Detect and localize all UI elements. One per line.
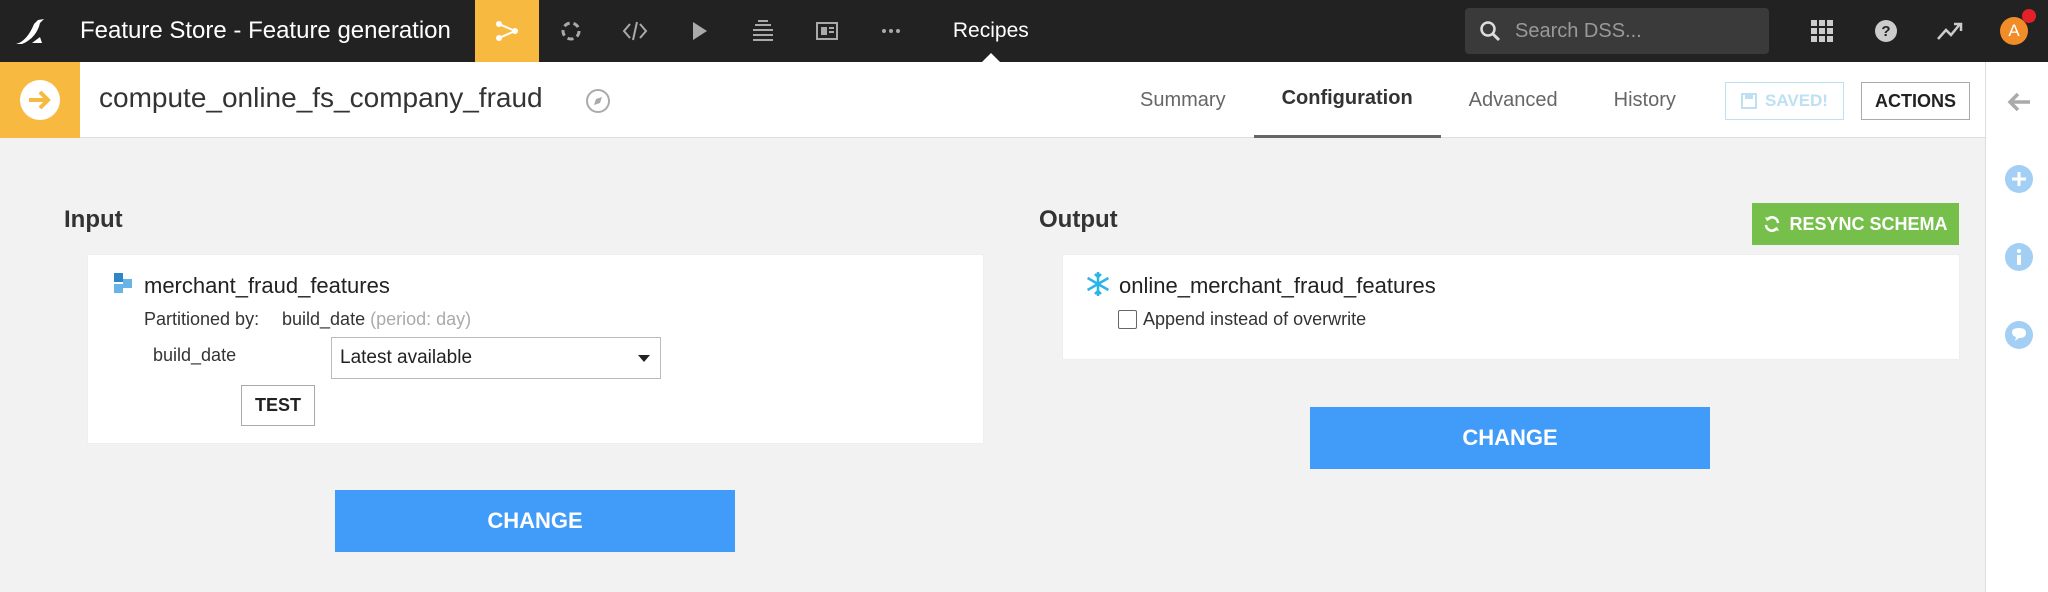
flow-icon[interactable] [474, 0, 539, 62]
dataset-cubes-icon [114, 273, 132, 293]
project-title[interactable]: Feature Store - Feature generation [80, 17, 451, 45]
chevron-down-icon [638, 355, 650, 362]
search-input[interactable] [1515, 19, 1755, 43]
input-card: merchant_fraud_features Partitioned by: … [88, 255, 983, 443]
active-caret [981, 53, 1000, 62]
input-title: Input [64, 206, 123, 233]
search-icon [1480, 21, 1501, 42]
dashboard-icon[interactable] [795, 0, 859, 62]
user-avatar[interactable]: A [1982, 0, 2046, 62]
run-icon[interactable] [667, 0, 731, 62]
sync-recipe-icon [0, 62, 80, 138]
append-checkbox[interactable] [1118, 310, 1137, 329]
recipes-section-label[interactable]: Recipes [953, 0, 1029, 62]
refresh-icon [1765, 216, 1780, 232]
top-navigation-bar: Feature Store - Feature generation Recip… [0, 0, 2048, 62]
change-input-button[interactable]: CHANGE [335, 490, 735, 552]
output-dataset-name[interactable]: online_merchant_fraud_features [1119, 273, 1436, 299]
snowflake-icon [1086, 272, 1110, 296]
change-output-button[interactable]: CHANGE [1310, 407, 1710, 469]
partition-selector[interactable]: Latest available [331, 337, 661, 379]
add-circle-icon[interactable] [2004, 164, 2034, 194]
tab-advanced[interactable]: Advanced [1441, 62, 1586, 138]
partition-field: build_date (period: day) [282, 309, 472, 329]
actions-button[interactable]: ACTIONS [1861, 82, 1970, 120]
output-card: online_merchant_fraud_features Append in… [1063, 255, 1959, 359]
recipe-name[interactable]: compute_online_fs_company_fraud [99, 82, 543, 114]
back-arrow-icon[interactable] [2004, 87, 2034, 117]
partition-period: (period: day) [370, 309, 472, 329]
test-button[interactable]: TEST [241, 385, 315, 426]
svg-text:?: ? [1881, 23, 1890, 40]
search-box[interactable] [1465, 8, 1769, 54]
input-dataset-name[interactable]: merchant_fraud_features [144, 273, 390, 299]
partitioned-by-label: Partitioned by: [144, 309, 260, 329]
saved-button[interactable]: SAVED! [1725, 82, 1844, 120]
append-label[interactable]: Append instead of overwrite [1143, 309, 1366, 330]
recipe-tabs: Summary Configuration Advanced History [1112, 62, 1704, 138]
resync-schema-button[interactable]: RESYNC SCHEMA [1752, 203, 1959, 245]
right-sidebar [1985, 62, 2048, 592]
recipe-header: compute_online_fs_company_fraud Summary … [0, 62, 1985, 138]
compass-icon[interactable] [585, 88, 611, 114]
jobs-icon[interactable] [539, 0, 603, 62]
datasets-icon[interactable] [731, 0, 795, 62]
discussion-icon[interactable] [2004, 320, 2034, 350]
more-icon[interactable] [859, 0, 923, 62]
output-title: Output [1039, 206, 1118, 233]
tab-history[interactable]: History [1586, 62, 1704, 138]
save-icon [1741, 93, 1757, 109]
tab-configuration[interactable]: Configuration [1253, 62, 1441, 138]
info-icon[interactable] [2004, 242, 2034, 272]
code-icon[interactable] [603, 0, 667, 62]
activity-trend-icon[interactable] [1918, 0, 1982, 62]
apps-grid-icon[interactable] [1790, 0, 1854, 62]
notification-badge [2022, 9, 2036, 23]
dimension-label: build_date [153, 345, 237, 365]
help-icon[interactable]: ? [1854, 0, 1918, 62]
tab-summary[interactable]: Summary [1112, 62, 1254, 138]
dataiku-logo-icon[interactable] [0, 0, 62, 62]
